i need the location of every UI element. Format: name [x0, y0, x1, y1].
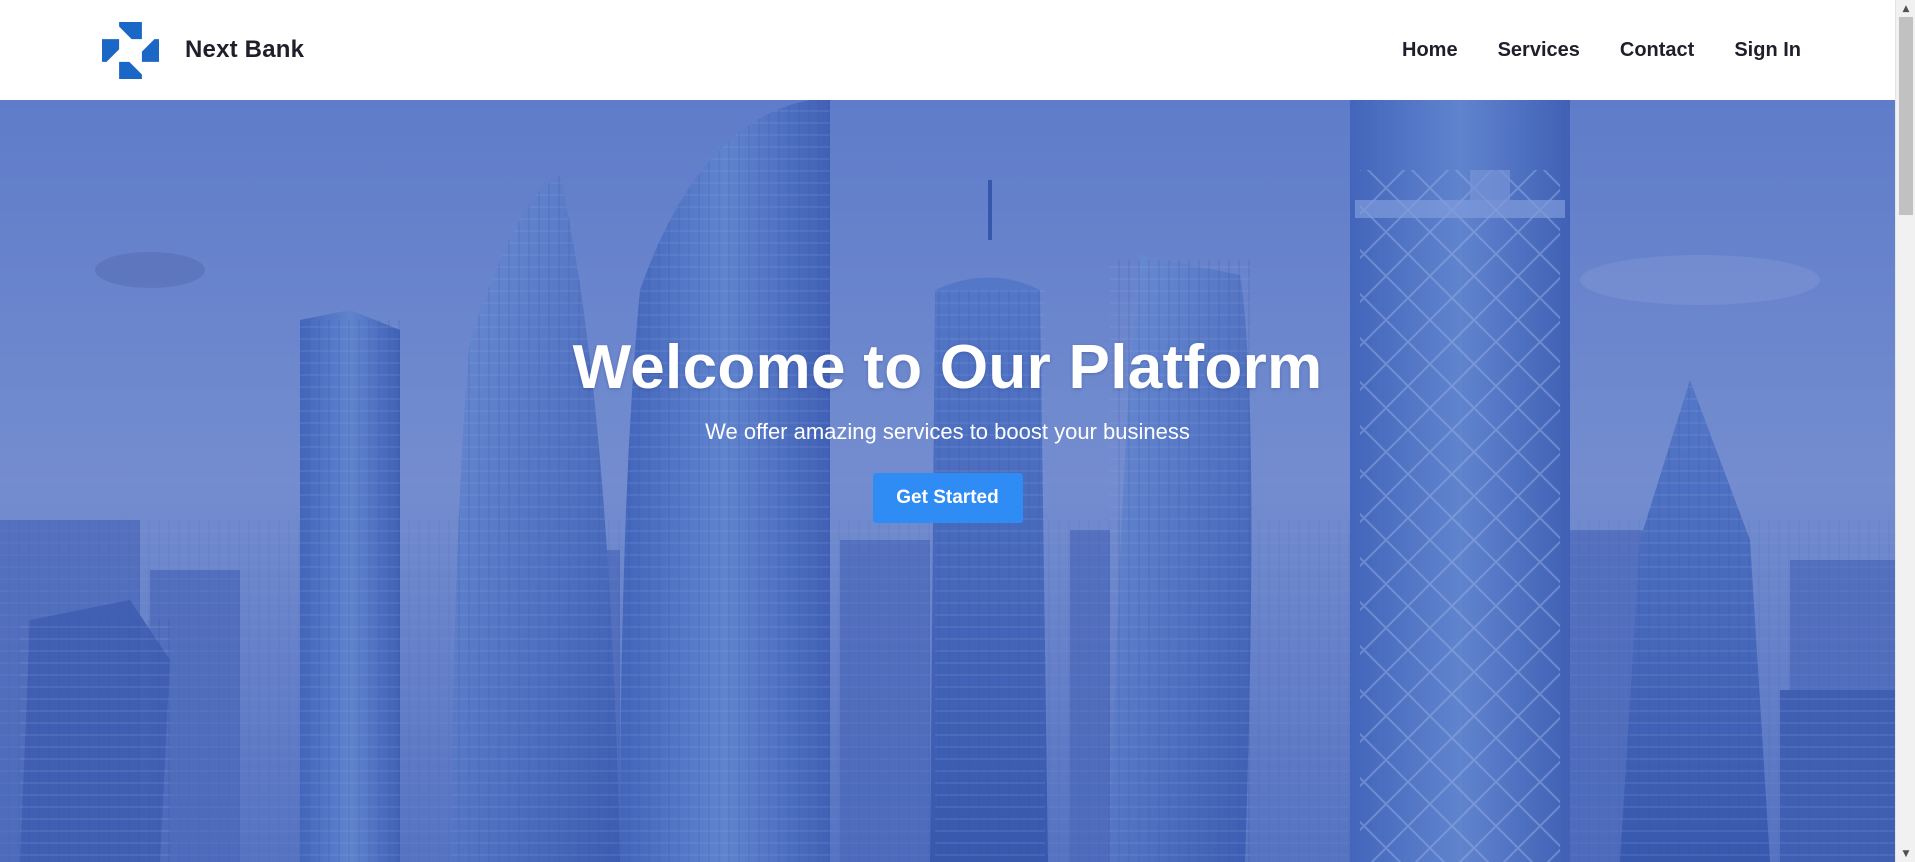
octagon-logo-icon: [102, 21, 159, 79]
site-header: Next Bank Home Services Contact Sign In: [0, 0, 1895, 100]
nav-sign-in-link[interactable]: Sign In: [1734, 39, 1801, 62]
get-started-button[interactable]: Get Started: [872, 473, 1023, 523]
arrow-down-icon[interactable]: ▼: [1896, 845, 1915, 862]
hero-subtitle: We offer amazing services to boost your …: [705, 419, 1190, 444]
vertical-scrollbar[interactable]: ▲ ▼: [1895, 0, 1915, 862]
nav-contact-link[interactable]: Contact: [1620, 39, 1694, 62]
brand[interactable]: Next Bank: [102, 21, 305, 79]
nav-services-link[interactable]: Services: [1498, 39, 1580, 62]
main-nav: Home Services Contact Sign In: [1362, 39, 1801, 62]
hero-section: Welcome to Our Platform We offer amazing…: [0, 100, 1895, 862]
hero-title: Welcome to Our Platform: [572, 333, 1323, 402]
brand-name: Next Bank: [185, 36, 305, 63]
arrow-up-icon[interactable]: ▲: [1896, 0, 1915, 17]
hero-content: Welcome to Our Platform We offer amazing…: [0, 100, 1895, 862]
nav-home-link[interactable]: Home: [1402, 39, 1458, 62]
scrollbar-thumb[interactable]: [1899, 17, 1913, 215]
